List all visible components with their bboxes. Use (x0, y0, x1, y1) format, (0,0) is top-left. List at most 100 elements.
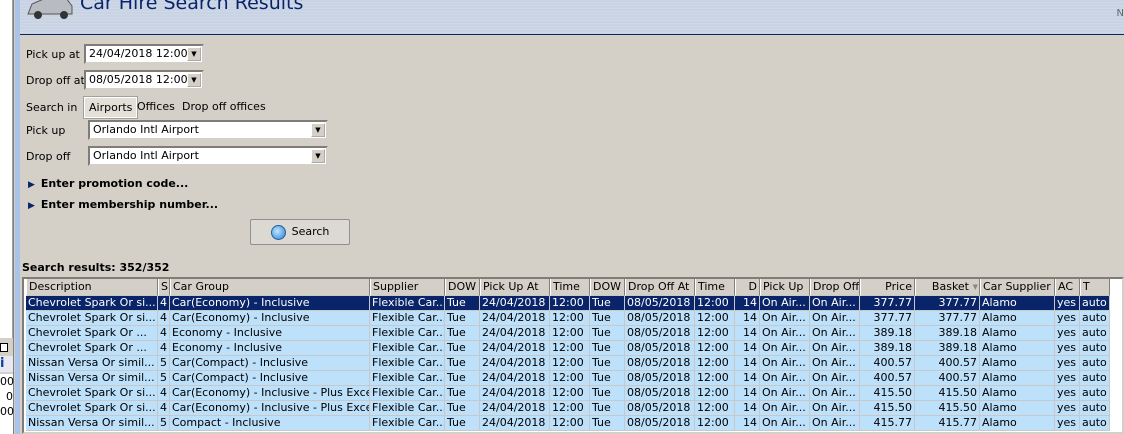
column-header[interactable]: T (1080, 279, 1110, 296)
column-header[interactable]: Price (860, 279, 915, 296)
column-header[interactable]: S (158, 279, 170, 296)
table-cell: Tue (445, 416, 480, 431)
table-cell: Economy - Inclusive (170, 326, 370, 341)
table-cell: 12:00 (550, 311, 590, 326)
table-cell: Car(Compact) - Inclusive (170, 371, 370, 386)
dropoff-label: Drop off (26, 150, 71, 163)
table-cell: Chevrolet Spark Or si... (26, 386, 158, 401)
table-cell: 24/04/2018 (480, 341, 550, 356)
dropdown-arrow-icon[interactable]: ▼ (187, 47, 201, 61)
dropdown-arrow-icon[interactable]: ▼ (311, 123, 325, 137)
column-header[interactable]: Time (550, 279, 590, 296)
dropoff-at-label: Drop off at (26, 74, 85, 87)
table-cell: 08/05/2018 (625, 371, 695, 386)
table-cell: auto (1080, 296, 1110, 311)
sort-desc-icon: ▼ (972, 283, 978, 291)
table-cell: Chevrolet Spark Or si... (26, 296, 158, 311)
column-header[interactable]: Description (26, 279, 158, 296)
column-header[interactable]: Drop Off At (625, 279, 695, 296)
page-header: Car Hire Search Results N (20, 0, 1124, 35)
column-header[interactable]: Supplier (370, 279, 445, 296)
table-cell: 400.57 (860, 356, 915, 371)
table-cell: Chevrolet Spark Or si... (26, 311, 158, 326)
table-cell: Tue (445, 296, 480, 311)
table-cell: Flexible Car... (370, 341, 445, 356)
membership-number-expander[interactable]: ▶ Enter membership number... (28, 198, 218, 211)
table-cell: 389.18 (860, 341, 915, 356)
table-cell: On Air... (760, 401, 810, 416)
column-header[interactable]: Pick Up (760, 279, 810, 296)
table-cell: 12:00 (695, 371, 735, 386)
pickup-datetime-field[interactable]: 24/04/2018 12:00 ▼ (84, 44, 204, 64)
search-in-offices[interactable]: Offices (133, 97, 179, 118)
table-cell: 4 (158, 311, 170, 326)
splitter[interactable] (15, 0, 20, 434)
column-header[interactable]: DOW (590, 279, 625, 296)
table-cell: 14 (735, 326, 760, 341)
header-mark: N (1116, 8, 1124, 19)
column-header[interactable]: Drop Off (810, 279, 860, 296)
table-cell: Tue (590, 296, 625, 311)
table-cell: Alamo (980, 311, 1055, 326)
pickup-datetime-value: 24/04/2018 12:00 (89, 47, 188, 60)
table-cell: Tue (590, 386, 625, 401)
column-header[interactable]: AC (1055, 279, 1080, 296)
table-cell: 12:00 (695, 341, 735, 356)
dropoff-datetime-field[interactable]: 08/05/2018 12:00 ▼ (84, 70, 204, 90)
table-cell: 415.50 (915, 401, 980, 416)
table-cell: Car(Compact) - Inclusive (170, 356, 370, 371)
column-header[interactable]: Time (695, 279, 735, 296)
table-cell: 12:00 (695, 401, 735, 416)
table-cell: 08/05/2018 (625, 326, 695, 341)
table-cell: 12:00 (695, 416, 735, 431)
table-cell: 24/04/2018 (480, 356, 550, 371)
table-cell: yes (1055, 296, 1080, 311)
dropdown-arrow-icon[interactable]: ▼ (187, 73, 201, 87)
column-header[interactable]: DOW (445, 279, 480, 296)
table-cell: 14 (735, 416, 760, 431)
dropoff-location-select[interactable]: Orlando Intl Airport ▼ (88, 146, 328, 166)
search-button[interactable]: Search (250, 219, 350, 245)
column-header[interactable]: Car Group (170, 279, 370, 296)
info-icon[interactable]: i (0, 356, 13, 372)
column-header[interactable]: D (735, 279, 760, 296)
window-icon[interactable] (0, 343, 8, 352)
table-cell: Tue (590, 401, 625, 416)
table-cell: 14 (735, 296, 760, 311)
results-grid[interactable]: Description S Car Group Supplier DOW Pick Up … (22, 277, 1124, 434)
table-cell: Chevrolet Spark Or si... (26, 401, 158, 416)
search-in-dropoff-offices[interactable]: Drop off offices (178, 97, 270, 118)
table-cell: Tue (590, 416, 625, 431)
table-cell: 14 (735, 386, 760, 401)
promotion-code-label: Enter promotion code... (40, 177, 189, 190)
dropdown-arrow-icon[interactable]: ▼ (311, 149, 325, 163)
promotion-code-expander[interactable]: ▶ Enter promotion code... (28, 177, 188, 190)
pickup-label: Pick up (26, 124, 66, 137)
table-cell: 12:00 (550, 371, 590, 386)
table-cell: 14 (735, 356, 760, 371)
table-cell: Alamo (980, 326, 1055, 341)
table-cell: Compact - Inclusive (170, 416, 370, 431)
table-cell: 08/05/2018 (625, 341, 695, 356)
table-cell: auto (1080, 311, 1110, 326)
table-cell: 12:00 (550, 416, 590, 431)
table-cell: 12:00 (550, 341, 590, 356)
column-header[interactable]: Pick Up At (480, 279, 550, 296)
table-cell: Flexible Car... (370, 401, 445, 416)
pickup-location-select[interactable]: Orlando Intl Airport ▼ (88, 120, 328, 140)
table-cell: Economy - Inclusive (170, 341, 370, 356)
table-cell: Car(Economy) - Inclusive (170, 311, 370, 326)
search-in-airports[interactable]: Airports (82, 96, 139, 119)
side-value: 00 (0, 375, 14, 388)
table-cell: 5 (158, 416, 170, 431)
table-cell: Tue (445, 356, 480, 371)
column-header[interactable]: Car Supplier (980, 279, 1055, 296)
table-cell: 24/04/2018 (480, 416, 550, 431)
table-cell: 12:00 (550, 296, 590, 311)
table-cell: 12:00 (695, 356, 735, 371)
column-header[interactable]: Basket ▼ (915, 279, 980, 296)
table-cell: Nissan Versa Or simil... (26, 371, 158, 386)
table-cell: yes (1055, 416, 1080, 431)
table-cell: Tue (445, 371, 480, 386)
table-cell: 12:00 (550, 356, 590, 371)
